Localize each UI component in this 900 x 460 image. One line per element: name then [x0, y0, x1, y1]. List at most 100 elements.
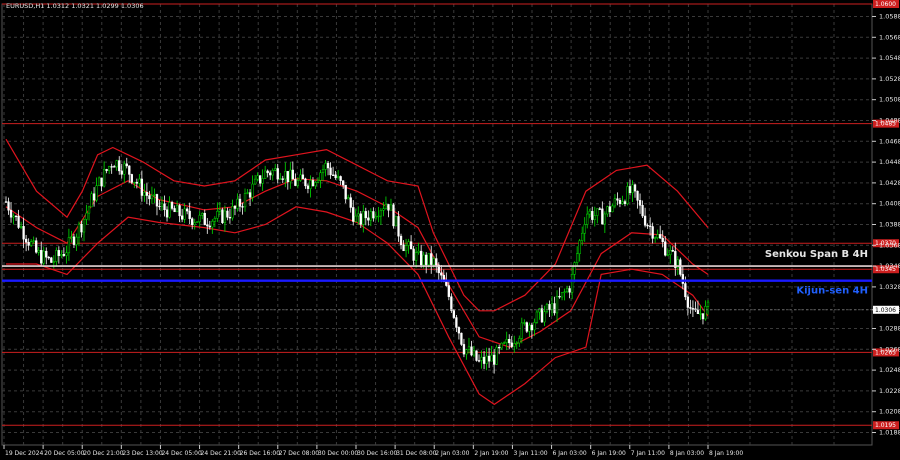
candle-body: [269, 172, 272, 176]
y-tick-label: 1.0528: [879, 75, 900, 83]
candle-body: [60, 254, 63, 257]
candle-body: [397, 216, 400, 237]
candle-body: [563, 291, 566, 293]
candle-body: [198, 215, 201, 222]
candle-body: [638, 200, 642, 206]
candle-body: [231, 206, 234, 219]
bollinger-lower-band: [6, 206, 709, 406]
candle-body: [611, 205, 614, 213]
candle-body: [163, 203, 166, 211]
candle-body: [384, 204, 388, 209]
candle-body: [135, 181, 138, 184]
candle-body: [389, 204, 393, 211]
y-tick-label: 1.0188: [879, 429, 900, 437]
x-tick-label: 6 Jan 19:00: [592, 450, 626, 457]
x-tick-label: 8 Jan 03:00: [670, 450, 704, 457]
candle-body: [407, 241, 410, 246]
candle-body: [681, 274, 684, 284]
candle-body: [191, 218, 194, 226]
candle-body: [213, 218, 216, 222]
candle-body: [12, 215, 15, 218]
candle-body: [608, 206, 612, 213]
candle-body: [339, 176, 342, 181]
candle-body: [613, 198, 617, 207]
candle-body: [294, 178, 297, 186]
candle-body: [319, 172, 322, 181]
candle-body: [228, 216, 232, 219]
candle-body: [216, 211, 219, 219]
candle-body: [409, 241, 413, 250]
candle-body: [420, 250, 423, 266]
x-tick-label: 30 Dec 16:00: [357, 450, 398, 457]
candle-body: [440, 272, 443, 276]
candle-body: [128, 165, 131, 175]
candle-body: [153, 194, 156, 196]
candle-body: [691, 308, 695, 310]
candle-body: [505, 339, 508, 343]
y-tick-label: 1.0488: [879, 116, 900, 124]
candle-body: [291, 169, 294, 180]
candle-body: [246, 192, 249, 194]
y-tick-label: 1.0448: [879, 158, 900, 166]
candle-body: [9, 209, 13, 218]
candle-body: [175, 205, 179, 213]
candle-body: [513, 343, 516, 347]
candle-body: [19, 226, 23, 228]
candle-body: [550, 303, 554, 310]
candle-body: [631, 184, 634, 194]
candle-body: [417, 250, 420, 253]
candle-body: [193, 222, 196, 226]
candle-body: [382, 208, 385, 211]
candle-body: [704, 306, 707, 320]
candle-body: [510, 342, 513, 347]
chart-window: 1.0600 1.0485 1.0370 1.0345 1.0265 1.0195 Sen…: [0, 0, 900, 460]
candle-body: [236, 198, 239, 209]
y-tick-label: 1.0548: [879, 54, 900, 62]
candle-body: [233, 206, 237, 209]
candle-body: [256, 175, 259, 180]
candle-body: [17, 215, 20, 228]
candle-body: [523, 322, 526, 324]
candle-body: [578, 240, 581, 254]
candle-body: [470, 346, 473, 356]
candle-body: [75, 236, 78, 245]
candle-body: [165, 209, 169, 218]
candle-body: [530, 324, 534, 331]
candle-body: [462, 344, 466, 355]
candle-body: [402, 244, 405, 252]
candle-body: [201, 212, 204, 216]
candle-body: [329, 167, 332, 176]
candle-body: [349, 197, 352, 208]
y-tick-label: 1.0368: [879, 241, 900, 249]
candle-body: [284, 171, 287, 180]
candle-body: [699, 313, 702, 315]
candle-body: [633, 184, 637, 192]
y-tick-label: 1.0468: [879, 137, 900, 145]
candle-body: [32, 240, 35, 242]
candle-body: [158, 205, 161, 208]
horizontal-levels: 1.06001.04851.03701.03451.02651.0195: [2, 0, 899, 430]
candle-body: [183, 208, 186, 220]
candle-body: [170, 202, 174, 209]
candle-body: [168, 202, 171, 218]
candle-body: [596, 208, 599, 216]
candle-body: [500, 342, 503, 349]
x-tick-label: 3 Jan 11:00: [513, 450, 547, 457]
candle-body: [689, 307, 692, 309]
candle-body: [55, 250, 58, 262]
candle-body: [565, 288, 569, 293]
candle-body: [208, 225, 211, 228]
candle-body: [274, 168, 277, 171]
candle-body: [304, 178, 307, 187]
candle-body: [601, 208, 604, 225]
candle-body: [115, 160, 118, 168]
price-chart[interactable]: 1.06001.04851.03701.03451.02651.0195 Sen…: [0, 0, 900, 460]
candle-body: [258, 175, 262, 184]
candle-body: [457, 327, 461, 334]
candle-body: [180, 215, 184, 220]
x-tick-label: 24 Dec 21:00: [201, 450, 242, 457]
candle-body: [196, 221, 199, 223]
candle-body: [598, 208, 601, 210]
candle-body: [558, 295, 561, 298]
candle-body: [67, 237, 71, 254]
